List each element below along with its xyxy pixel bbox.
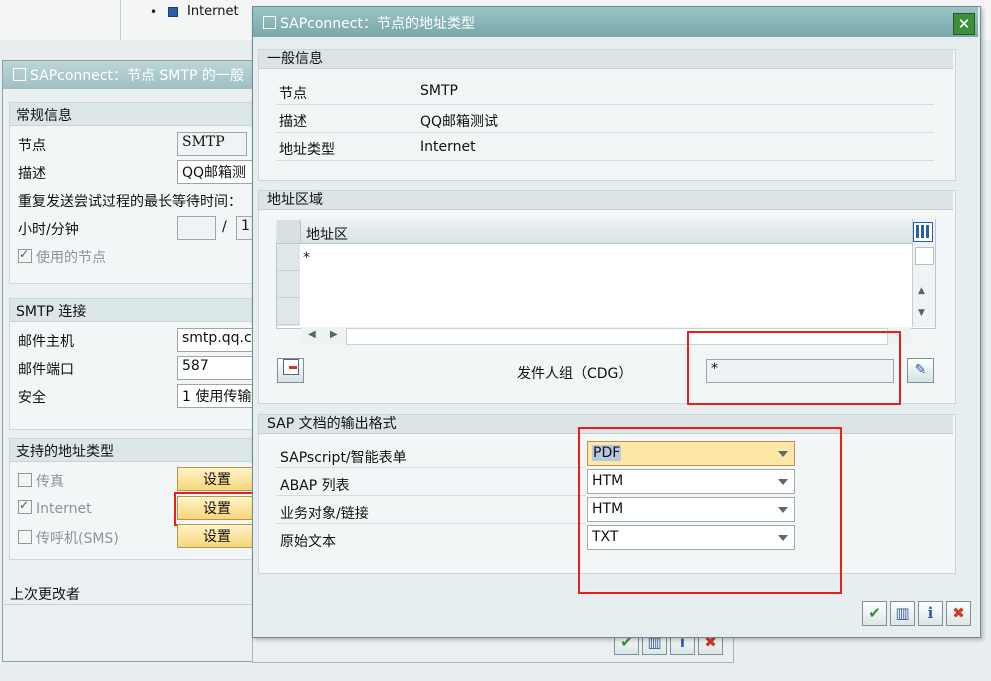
used-node-checkbox[interactable]: [18, 247, 32, 263]
check-icon: ✔: [868, 604, 881, 622]
divider: [4, 604, 258, 605]
fax-settings-button[interactable]: 设置: [177, 467, 257, 491]
dialog-title: SAPconnect：节点的地址类型: [280, 16, 475, 32]
divider: [276, 160, 934, 161]
info-icon: i: [927, 604, 934, 622]
divider: [276, 104, 934, 105]
edit-button[interactable]: ✎: [907, 358, 934, 383]
trash-icon: ▥: [895, 604, 910, 622]
used-node-option[interactable]: 使用的节点: [18, 247, 106, 267]
sms-option[interactable]: 传呼机(SMS): [18, 528, 119, 548]
background-dialog-titlebar: SAPconnect：节点 SMTP 的一般: [3, 61, 259, 89]
internet-checkbox[interactable]: [18, 498, 32, 514]
divider: [276, 132, 934, 133]
fax-option[interactable]: 传真: [18, 471, 64, 491]
mail-host-field[interactable]: smtp.qq.co: [177, 328, 259, 352]
hours-field[interactable]: [177, 216, 216, 240]
node-field[interactable]: SMTP: [177, 132, 247, 156]
scroll-left-icon[interactable]: ◀: [308, 329, 316, 340]
window-icon: [13, 68, 26, 81]
delete-row-icon: [282, 359, 299, 375]
scroll-right-icon[interactable]: ▶: [330, 329, 338, 340]
pencil-icon: ✎: [914, 362, 927, 378]
info-node-label: 节点: [279, 86, 307, 102]
sms-checkbox[interactable]: [18, 530, 32, 544]
business-object-label: 业务对象/链接: [280, 506, 369, 522]
divider: [276, 495, 586, 496]
select-all-cell[interactable]: [277, 220, 301, 243]
tree-bullet: •: [150, 5, 158, 19]
scroll-up-icon[interactable]: ▲: [918, 286, 925, 296]
sms-settings-button[interactable]: 设置: [177, 524, 257, 548]
tree-item-internet[interactable]: Internet: [187, 4, 239, 19]
cancel-button[interactable]: ✖: [946, 601, 971, 626]
info-address-type-label: 地址类型: [279, 142, 335, 158]
confirm-button[interactable]: ✔: [862, 601, 887, 626]
security-field[interactable]: 1 使用传输: [177, 384, 259, 408]
internet-option[interactable]: Internet: [18, 498, 92, 517]
abap-list-label: ABAP 列表: [280, 478, 350, 494]
scroll-down-icon[interactable]: ▼: [918, 308, 925, 318]
divider: [276, 467, 586, 468]
hours-minutes-label: 小时/分钟: [18, 222, 79, 238]
general-info-header: 常规信息: [10, 103, 258, 126]
scroll-thumb[interactable]: [915, 247, 934, 265]
divider: [276, 523, 586, 524]
table-header: [276, 219, 912, 244]
info-address-type-value: Internet: [420, 139, 476, 155]
sender-group-label: 发件人组（CDG）: [517, 366, 633, 382]
info-description-label: 描述: [279, 114, 307, 130]
tree-divider: [120, 0, 121, 40]
table-cell-address[interactable]: *: [303, 250, 310, 266]
hours-separator: /: [222, 219, 227, 235]
description-field[interactable]: QQ邮箱测: [177, 160, 259, 184]
internet-settings-highlight: [174, 492, 262, 526]
sender-group-highlight: [687, 331, 901, 405]
info-button[interactable]: i: [918, 601, 943, 626]
cancel-icon: ✖: [952, 604, 965, 622]
address-area-header: 地址区域: [259, 191, 953, 210]
window-icon: [263, 16, 276, 29]
row-selectors[interactable]: [277, 244, 300, 326]
smtp-connection-header: SMTP 连接: [10, 299, 258, 322]
delete-button[interactable]: ▥: [890, 601, 915, 626]
tree-node-icon: [168, 7, 178, 17]
node-label: 节点: [18, 138, 46, 154]
column-header-address-area[interactable]: 地址区: [306, 224, 348, 244]
last-changed-label: 上次更改者: [10, 587, 80, 603]
output-format-highlight: [578, 427, 842, 594]
security-label: 安全: [18, 390, 46, 406]
retry-wait-label: 重复发送尝试过程的最长等待时间：: [18, 194, 242, 210]
mail-host-label: 邮件主机: [18, 334, 74, 350]
sapscript-label: SAPscript/智能表单: [280, 450, 407, 466]
close-button[interactable]: ✕: [953, 13, 975, 35]
background-dialog-title: SAPconnect：节点 SMTP 的一般: [30, 68, 244, 84]
description-label: 描述: [18, 166, 46, 182]
address-types-header: 支持的地址类型: [10, 439, 258, 462]
info-node-value: SMTP: [420, 83, 458, 99]
mail-port-field[interactable]: 587: [177, 356, 259, 380]
info-description-value: QQ邮箱测试: [420, 114, 499, 130]
general-section-header: 一般信息: [259, 50, 953, 69]
table-settings-icon[interactable]: [913, 222, 933, 242]
mail-port-label: 邮件端口: [18, 362, 74, 378]
fax-checkbox[interactable]: [18, 473, 32, 487]
delete-row-button[interactable]: [277, 358, 304, 383]
raw-text-label: 原始文本: [280, 534, 336, 550]
